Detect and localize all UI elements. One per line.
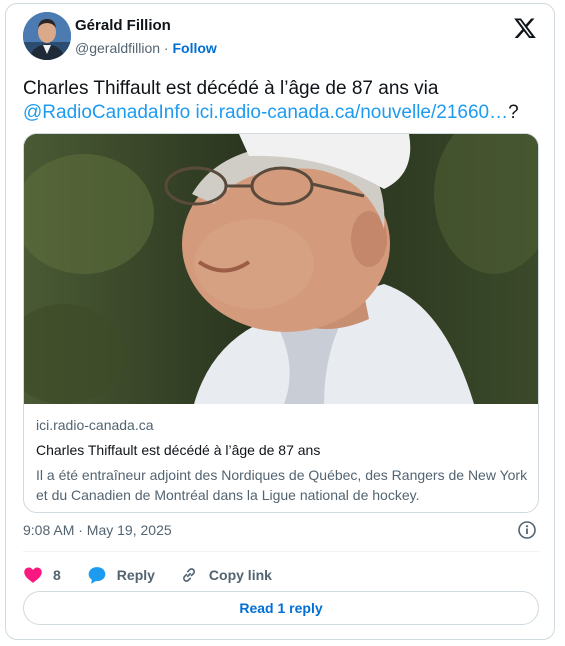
tweet-timestamp[interactable]: 9:08 AM · May 19, 2025: [23, 522, 172, 538]
link-title: Charles Thiffault est décédé à l’âge de …: [36, 442, 321, 458]
author-handle[interactable]: @geraldfillion: [75, 40, 160, 56]
author-handle-row: @geraldfillion · Follow: [75, 40, 217, 56]
x-logo-icon[interactable]: [513, 16, 537, 40]
divider: [23, 551, 539, 552]
link-domain: ici.radio-canada.ca: [36, 417, 154, 433]
read-replies-button[interactable]: Read 1 reply: [23, 591, 539, 625]
action-bar: 8 Reply Copy link: [23, 560, 272, 590]
reply-button[interactable]: Reply: [87, 565, 155, 585]
tweet-card: Gérald Fillion @geraldfillion · Follow C…: [5, 3, 555, 640]
author-name[interactable]: Gérald Fillion: [75, 17, 171, 34]
heart-icon: [24, 567, 42, 583]
chain-link-icon: [182, 568, 195, 582]
avatar[interactable]: [23, 12, 71, 60]
speech-bubble-icon: [88, 567, 106, 584]
handle-separator: ·: [160, 40, 173, 56]
reply-label: Reply: [116, 567, 155, 583]
tweet-text: Charles Thiffault est décédé à l’âge de …: [23, 77, 538, 125]
article-url-link[interactable]: ici.radio-canada.ca/nouvelle/21660…: [195, 102, 508, 123]
link-preview-card[interactable]: ici.radio-canada.ca Charles Thiffault es…: [23, 133, 539, 513]
like-count: 8: [53, 567, 61, 583]
tweet-text-end: ?: [508, 102, 519, 123]
copy-link-button[interactable]: Copy link: [179, 565, 272, 585]
info-icon[interactable]: [517, 520, 537, 540]
mention-link[interactable]: @RadioCanadaInfo: [23, 102, 190, 123]
copy-link-label: Copy link: [208, 567, 272, 583]
link-description: Il a été entraîneur adjoint des Nordique…: [36, 467, 528, 503]
link-preview-meta: ici.radio-canada.ca Charles Thiffault es…: [36, 416, 531, 505]
follow-button[interactable]: Follow: [173, 40, 217, 56]
tweet-text-body: Charles Thiffault est décédé à l’âge de …: [23, 78, 439, 99]
link-preview-image: [24, 134, 538, 404]
like-button[interactable]: 8: [23, 565, 61, 585]
